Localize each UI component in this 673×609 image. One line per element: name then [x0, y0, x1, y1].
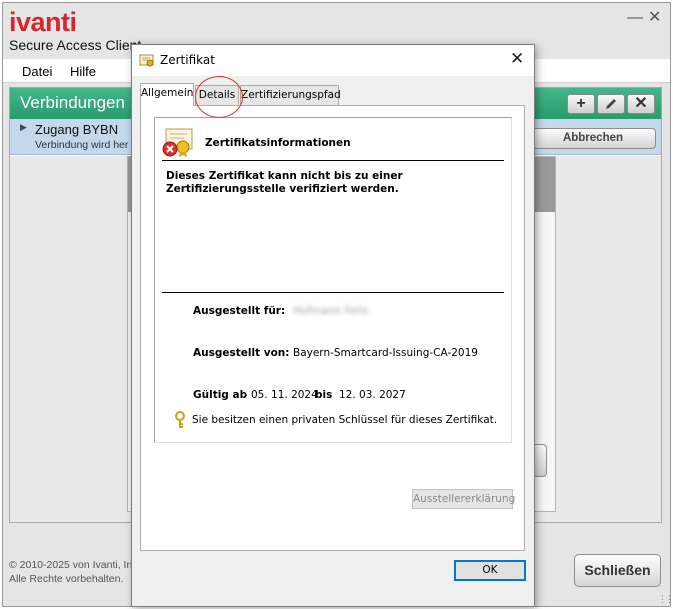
product-name: Secure Access Client: [9, 37, 142, 53]
ivanti-logo: ivanti: [9, 7, 77, 37]
private-key-note: Sie besitzen einen privaten Schlüssel fü…: [192, 414, 498, 426]
issued-by-value: Bayern-Smartcard-Issuing-CA-2019: [293, 347, 478, 359]
verification-warning: Dieses Zertifikat kann nicht bis zu eine…: [166, 170, 403, 195]
minimize-icon[interactable]: —: [627, 9, 643, 27]
edit-connection-button[interactable]: [597, 94, 625, 114]
copyright-line-1: © 2010-2025 von Ivanti, Inc.: [9, 559, 141, 571]
valid-until-label: bis: [315, 389, 333, 401]
connections-title: Verbindungen: [20, 93, 125, 112]
copyright: © 2010-2025 von Ivanti, Inc. Alle Rechte…: [9, 558, 141, 586]
pencil-icon: [606, 99, 616, 109]
connection-status: Verbindung wird her: [35, 139, 129, 151]
certificate-dialog: Zertifikat ✕ Allgemein Details Zertifizi…: [131, 44, 535, 607]
certificate-info-box: Zertifikatsinformationen Dieses Zertifik…: [154, 117, 512, 443]
tab-zertifizierungspfad[interactable]: Zertifizierungspfad: [240, 85, 341, 106]
close-button[interactable]: Schließen: [574, 554, 661, 587]
dialog-close-icon[interactable]: ✕: [510, 49, 524, 69]
issued-by-label: Ausgestellt von:: [193, 347, 290, 359]
info-heading: Zertifikatsinformationen: [205, 137, 351, 149]
tab-details[interactable]: Details: [195, 85, 239, 106]
issued-to-label: Ausgestellt für:: [193, 305, 286, 317]
abort-button[interactable]: Abbrechen: [530, 128, 656, 149]
add-connection-button[interactable]: +: [567, 94, 595, 114]
copyright-line-2: Alle Rechte vorbehalten.: [9, 573, 124, 585]
certificate-error-icon: [162, 128, 193, 157]
window-close-icon[interactable]: ✕: [648, 7, 661, 27]
menu-hilfe[interactable]: Hilfe: [70, 64, 96, 79]
issued-to-value: Hofmann Felix: [293, 305, 369, 317]
delete-connection-button[interactable]: ✕: [627, 94, 655, 114]
tab-allgemein[interactable]: Allgemein: [140, 83, 194, 106]
key-icon: [175, 411, 185, 428]
dialog-title: Zertifikat: [160, 53, 215, 67]
ok-button[interactable]: OK: [454, 560, 526, 581]
divider: [162, 160, 504, 161]
certificate-window-icon: [139, 54, 154, 67]
issuer-statement-button[interactable]: Ausstellererklärung: [412, 489, 515, 509]
connection-name: Zugang BYBN: [35, 122, 119, 137]
expand-arrow-icon[interactable]: ▶: [20, 122, 27, 133]
menu-datei[interactable]: Datei: [22, 64, 52, 79]
divider: [162, 292, 504, 293]
valid-from-value: 05. 11. 2024: [251, 389, 318, 401]
resize-grip-icon[interactable]: ⋮⋮⋮: [658, 594, 673, 605]
tab-page-allgemein: Zertifikatsinformationen Dieses Zertifik…: [140, 105, 525, 551]
valid-until-value: 12. 03. 2027: [339, 389, 406, 401]
dialog-body: Allgemein Details Zertifizierungspfad Ze…: [132, 76, 534, 606]
valid-from-label: Gültig ab: [193, 389, 248, 401]
